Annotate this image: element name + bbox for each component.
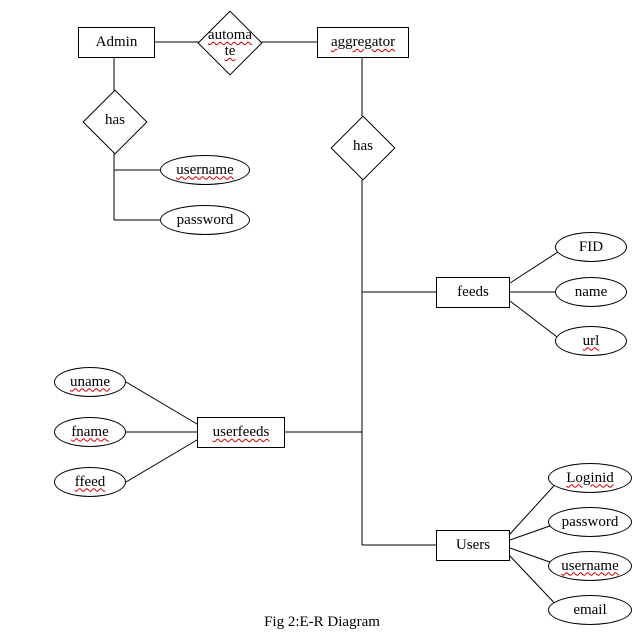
attr-uf-ffeed: ffeed: [54, 467, 126, 497]
attr-uf-ffeed-label: ffeed: [75, 474, 106, 491]
attr-uf-uname-label: uname: [70, 374, 110, 391]
attr-users-password: password: [548, 507, 632, 537]
attr-users-username: username: [548, 551, 632, 581]
attr-users-username-label: username: [561, 558, 618, 575]
entity-users: Users: [436, 530, 510, 561]
relationship-automate: [197, 10, 262, 75]
attr-admin-username: username: [160, 155, 250, 185]
entity-admin-label: Admin: [96, 34, 138, 51]
attr-users-password-label: password: [562, 514, 619, 531]
attr-feeds-fid: FID: [555, 232, 627, 262]
attr-feeds-name-label: name: [575, 284, 607, 301]
entity-feeds-label: feeds: [457, 284, 489, 301]
attr-feeds-name: name: [555, 277, 627, 307]
attr-users-email: email: [548, 595, 632, 625]
attr-admin-password: password: [160, 205, 250, 235]
relationship-admin-has: [82, 89, 147, 154]
entity-aggregator: aggregator: [317, 27, 409, 58]
attr-admin-password-label: password: [177, 212, 234, 229]
figure-caption: Fig 2:E-R Diagram: [222, 614, 422, 631]
attr-feeds-url-label: url: [583, 333, 600, 350]
attr-feeds-url: url: [555, 326, 627, 356]
entity-aggregator-label: aggregator: [331, 34, 395, 51]
connector-lines: [0, 0, 644, 640]
attr-users-loginid: Loginid: [548, 463, 632, 493]
attr-users-loginid-label: Loginid: [566, 470, 614, 487]
entity-feeds: feeds: [436, 277, 510, 308]
attr-admin-username-label: username: [176, 162, 233, 179]
attr-users-email-label: email: [573, 602, 606, 619]
relationship-agg-has: [330, 115, 395, 180]
entity-userfeeds: userfeeds: [197, 417, 285, 448]
attr-uf-fname-label: fname: [71, 424, 108, 441]
er-diagram: Admin aggregator feeds userfeeds Users a…: [0, 0, 644, 640]
attr-feeds-fid-label: FID: [579, 239, 603, 256]
attr-uf-uname: uname: [54, 367, 126, 397]
entity-userfeeds-label: userfeeds: [213, 424, 270, 441]
entity-admin: Admin: [78, 27, 155, 58]
attr-uf-fname: fname: [54, 417, 126, 447]
entity-users-label: Users: [456, 537, 490, 554]
